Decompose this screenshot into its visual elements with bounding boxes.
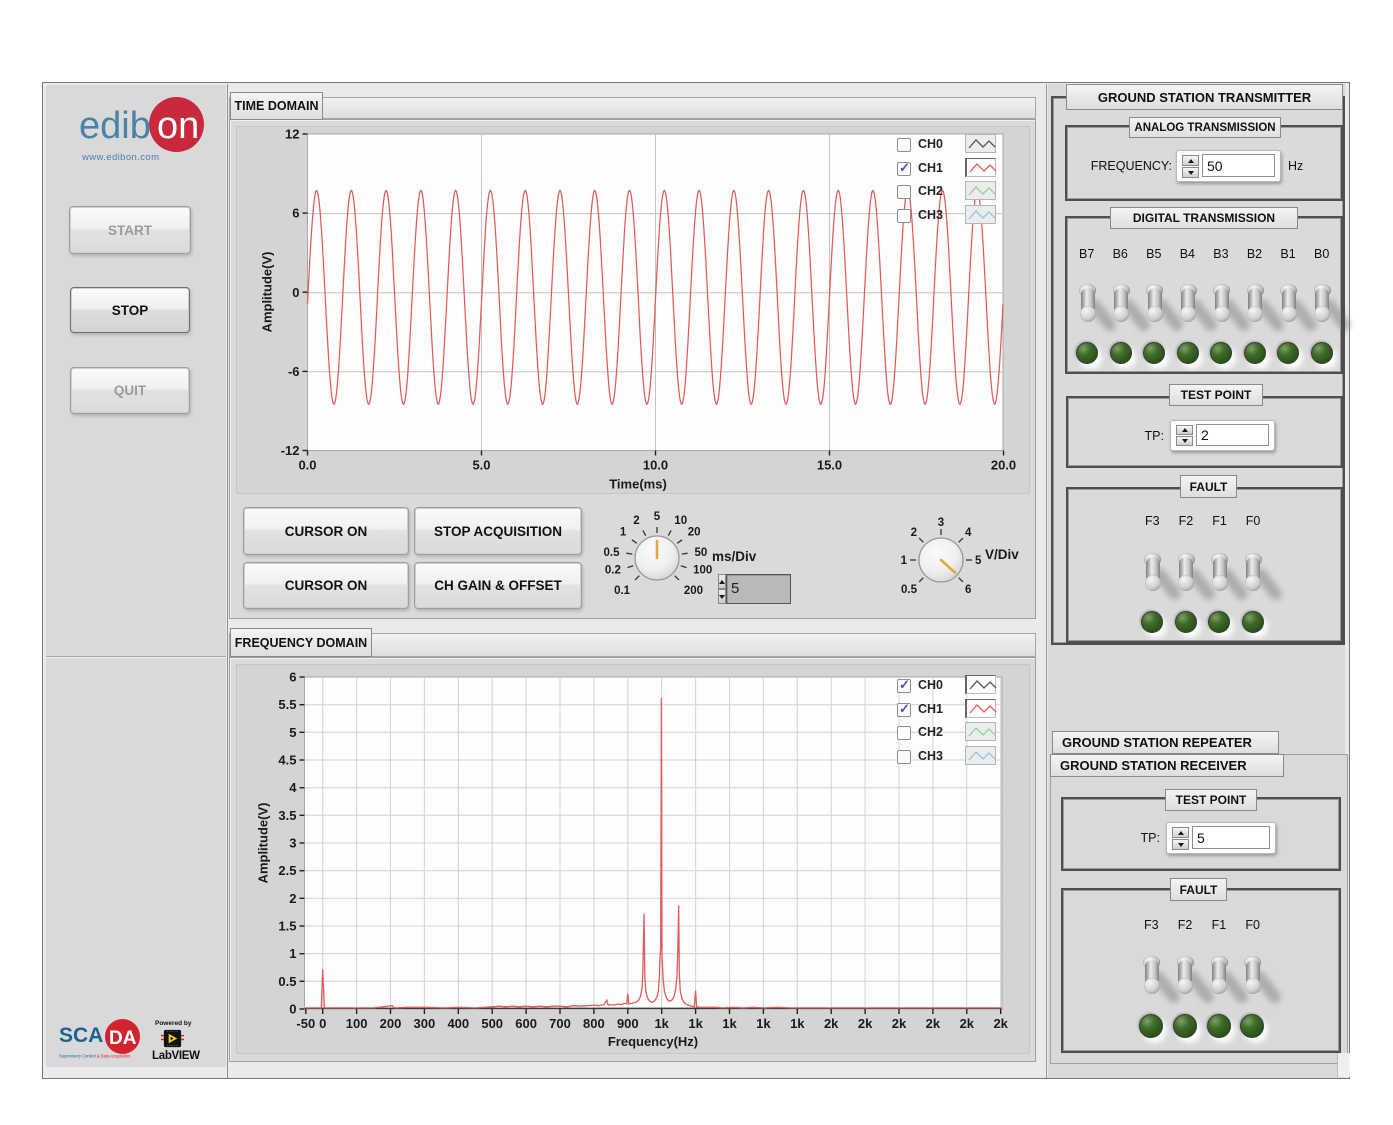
svg-text:Amplitude(V): Amplitude(V) [260,252,275,333]
svg-text:400: 400 [447,1016,469,1031]
svg-text:2k: 2k [858,1016,873,1031]
svg-text:5.5: 5.5 [278,697,296,712]
svg-text:50: 50 [695,547,708,559]
svg-text:2k: 2k [960,1016,975,1031]
svg-text:700: 700 [549,1016,571,1031]
svg-text:0.2: 0.2 [605,565,621,577]
svg-text:0: 0 [319,1016,326,1031]
svg-text:Amplitude(V): Amplitude(V) [256,803,271,884]
svg-text:1: 1 [289,946,296,961]
svg-text:10: 10 [674,515,687,527]
svg-text:5.0: 5.0 [472,458,490,473]
svg-text:4: 4 [289,780,297,795]
svg-text:2k: 2k [993,1016,1008,1031]
svg-text:-50: -50 [296,1016,315,1031]
svg-text:4.5: 4.5 [278,753,296,768]
svg-text:5: 5 [975,555,982,567]
svg-text:200: 200 [380,1016,402,1031]
svg-text:900: 900 [617,1016,639,1031]
svg-text:2: 2 [289,891,296,906]
svg-text:0.5: 0.5 [901,584,918,596]
svg-text:0.0: 0.0 [298,458,316,473]
svg-text:1: 1 [620,527,627,539]
svg-text:1.5: 1.5 [278,919,296,934]
svg-text:0: 0 [289,1002,296,1017]
svg-text:2: 2 [633,515,639,527]
svg-text:100: 100 [693,565,712,577]
svg-text:4: 4 [965,527,972,539]
svg-text:100: 100 [346,1016,368,1031]
svg-text:300: 300 [414,1016,436,1031]
svg-text:5: 5 [289,725,296,740]
svg-text:0.5: 0.5 [278,974,296,989]
svg-text:10.0: 10.0 [643,458,668,473]
svg-text:1k: 1k [756,1016,771,1031]
svg-text:3: 3 [289,836,296,851]
svg-text:600: 600 [515,1016,537,1031]
svg-text:1: 1 [901,555,908,567]
svg-text:12: 12 [285,127,299,142]
svg-text:6: 6 [289,670,296,685]
svg-text:2.5: 2.5 [278,863,296,878]
svg-text:0.1: 0.1 [614,585,631,597]
svg-text:-6: -6 [288,364,300,379]
svg-text:1k: 1k [722,1016,737,1031]
svg-text:5: 5 [654,511,661,523]
svg-text:3: 3 [938,517,944,529]
svg-text:20: 20 [688,527,701,539]
svg-text:3.5: 3.5 [278,808,296,823]
svg-text:1k: 1k [654,1016,669,1031]
svg-text:6: 6 [292,206,299,221]
svg-text:200: 200 [684,585,703,597]
svg-text:1k: 1k [688,1016,703,1031]
svg-text:2k: 2k [926,1016,941,1031]
svg-text:Frequency(Hz): Frequency(Hz) [608,1034,698,1049]
svg-text:500: 500 [481,1016,503,1031]
svg-text:2k: 2k [824,1016,839,1031]
svg-text:0: 0 [292,285,299,300]
svg-text:1k: 1k [790,1016,805,1031]
svg-text:0.5: 0.5 [604,547,621,559]
svg-text:800: 800 [583,1016,605,1031]
svg-text:6: 6 [965,584,971,596]
svg-text:20.0: 20.0 [991,458,1016,473]
svg-text:15.0: 15.0 [817,458,842,473]
svg-text:Time(ms): Time(ms) [609,477,667,492]
svg-text:2: 2 [911,527,917,539]
svg-text:2k: 2k [892,1016,907,1031]
svg-text:-12: -12 [281,443,300,458]
